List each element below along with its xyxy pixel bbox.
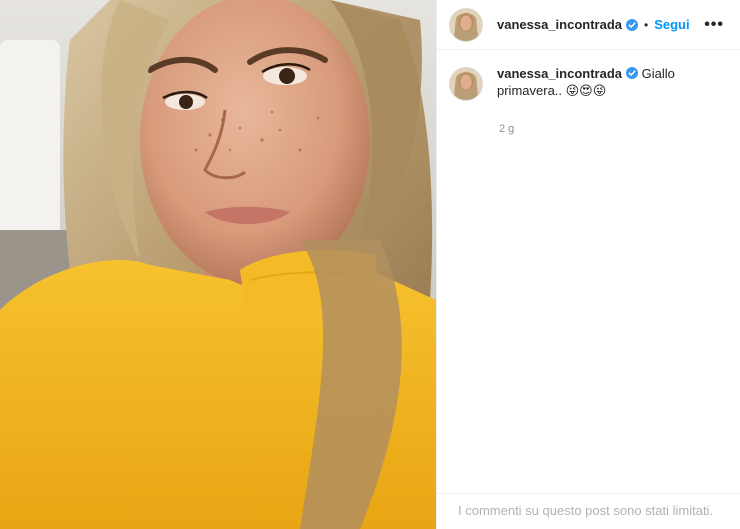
- avatar-image: [450, 68, 482, 100]
- caption-avatar[interactable]: [449, 67, 483, 101]
- avatar[interactable]: [449, 7, 483, 42]
- post-timestamp[interactable]: 2 g: [499, 123, 740, 135]
- post-header: vanessa_incontrada • Segui •••: [437, 0, 740, 50]
- separator-dot: •: [644, 17, 649, 32]
- more-options-icon[interactable]: •••: [704, 16, 728, 34]
- verified-badge-icon: [626, 18, 639, 31]
- post-caption: vanessa_incontrada Giallo primavera.. 😜😍…: [437, 50, 740, 101]
- caption-username-link[interactable]: vanessa_incontrada: [497, 66, 622, 81]
- username-link[interactable]: vanessa_incontrada: [497, 17, 622, 32]
- avatar-image: [450, 8, 482, 41]
- comments-limited-notice: I commenti su questo post sono stati lim…: [437, 493, 740, 529]
- caption-body: vanessa_incontrada Giallo primavera.. 😜😍…: [497, 65, 728, 101]
- follow-button[interactable]: Segui: [654, 17, 689, 32]
- post-sidebar: vanessa_incontrada • Segui ••• vanessa_i…: [436, 0, 740, 529]
- selfie-image: [0, 0, 436, 529]
- instagram-post-view: vanessa_incontrada • Segui ••• vanessa_i…: [0, 0, 740, 529]
- post-photo[interactable]: [0, 0, 436, 529]
- verified-badge-icon: [626, 67, 639, 79]
